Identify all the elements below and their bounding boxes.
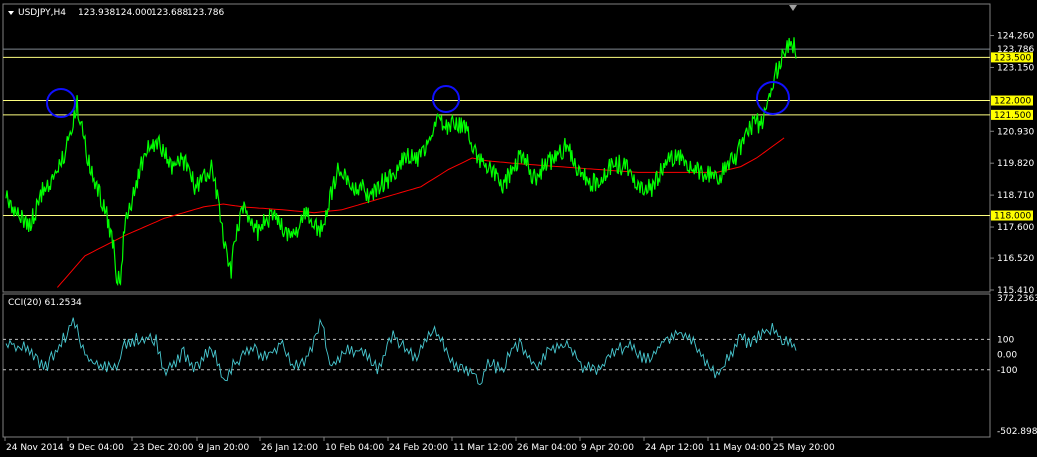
trading-chart[interactable]: USDJPY,H4 123.938 124.000 123.688 123.78…: [0, 0, 1037, 457]
ohlc-close: 123.786: [187, 8, 224, 18]
chart-symbol: USDJPY,H4: [18, 8, 66, 18]
time-tick-label-12: 25 May 20:00: [773, 443, 835, 453]
time-tick-label-5: 10 Feb 04:00: [325, 443, 384, 453]
cci-tick-label-2: 0.00: [997, 351, 1017, 361]
time-tick-label-3: 9 Jan 20:00: [198, 443, 250, 453]
price-tick-label-2: 120.930: [997, 127, 1034, 137]
time-tick-label-0: 24 Nov 2014: [6, 443, 64, 453]
cci-tick-label-4: -502.8983: [997, 427, 1037, 437]
level-label-2: 121.500: [994, 111, 1031, 121]
price-tick-label-1: 123.150: [997, 63, 1034, 73]
price-axis: 124.260 123.150 120.930 119.820 118.710 117.6…: [990, 32, 1034, 296]
cci-tick-label-1: 100: [997, 335, 1014, 345]
price-tick-label-3: 119.820: [997, 159, 1034, 169]
time-tick-label-1: 9 Dec 04:00: [69, 443, 124, 453]
cci-tick-label-3: -100: [997, 366, 1018, 376]
cci-tick-label-0: 372.2363: [997, 294, 1037, 304]
time-tick-label-8: 26 Mar 04:00: [517, 443, 577, 453]
cci-title: CCI(20) 61.2534: [8, 298, 82, 308]
time-tick-label-4: 26 Jan 12:00: [261, 443, 318, 453]
time-tick-label-11: 11 May 04:00: [709, 443, 771, 453]
cci-pane: [2, 293, 991, 438]
ohlc-open: 123.938: [78, 8, 115, 18]
cci-axis: 372.2363 100 0.00 -100 -502.8983: [997, 294, 1037, 437]
time-axis: 24 Nov 2014 9 Dec 04:00 23 Dec 20:00 9 Jan …: [4, 437, 835, 453]
time-tick-label-9: 9 Apr 20:00: [581, 443, 634, 453]
time-tick-label-10: 24 Apr 12:00: [645, 443, 704, 453]
time-tick-label-7: 11 Mar 12:00: [453, 443, 513, 453]
ohlc-high: 124.000: [115, 8, 152, 18]
price-tick-label-0: 124.260: [997, 32, 1034, 42]
time-tick-label-2: 23 Dec 20:00: [133, 443, 194, 453]
level-label-1: 122.000: [994, 97, 1031, 107]
price-tick-label-6: 116.520: [997, 254, 1034, 264]
level-label-0: 123.500: [994, 53, 1031, 63]
time-tick-label-6: 24 Feb 20:00: [389, 443, 448, 453]
price-tick-label-4: 118.710: [997, 191, 1034, 201]
level-label-3: 118.000: [994, 212, 1031, 222]
ohlc-low: 123.688: [151, 8, 188, 18]
price-tick-label-5: 117.600: [997, 223, 1034, 233]
